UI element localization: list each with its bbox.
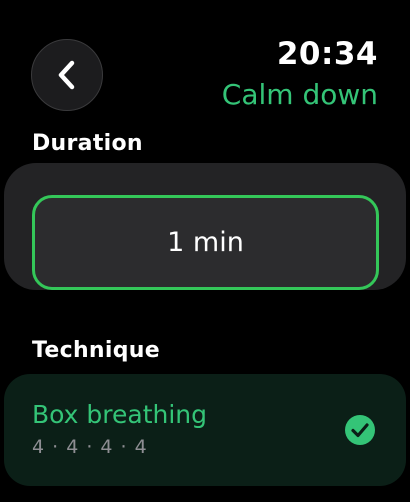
clock-time: 20:34 (276, 36, 378, 72)
checkmark-circle-icon (344, 414, 376, 446)
technique-name: Box breathing (32, 400, 208, 429)
duration-label: Duration (32, 131, 143, 156)
technique-label: Technique (32, 338, 160, 363)
technique-option-box-breathing[interactable]: Box breathing 4 · 4 · 4 · 4 (4, 374, 406, 486)
technique-pattern: 4 · 4 · 4 · 4 (32, 436, 148, 458)
duration-picker[interactable]: 1 min (32, 195, 379, 290)
app-title: Calm down (221, 78, 378, 111)
duration-value: 1 min (167, 227, 244, 258)
chevron-left-icon (55, 60, 79, 90)
back-button[interactable] (31, 39, 103, 111)
